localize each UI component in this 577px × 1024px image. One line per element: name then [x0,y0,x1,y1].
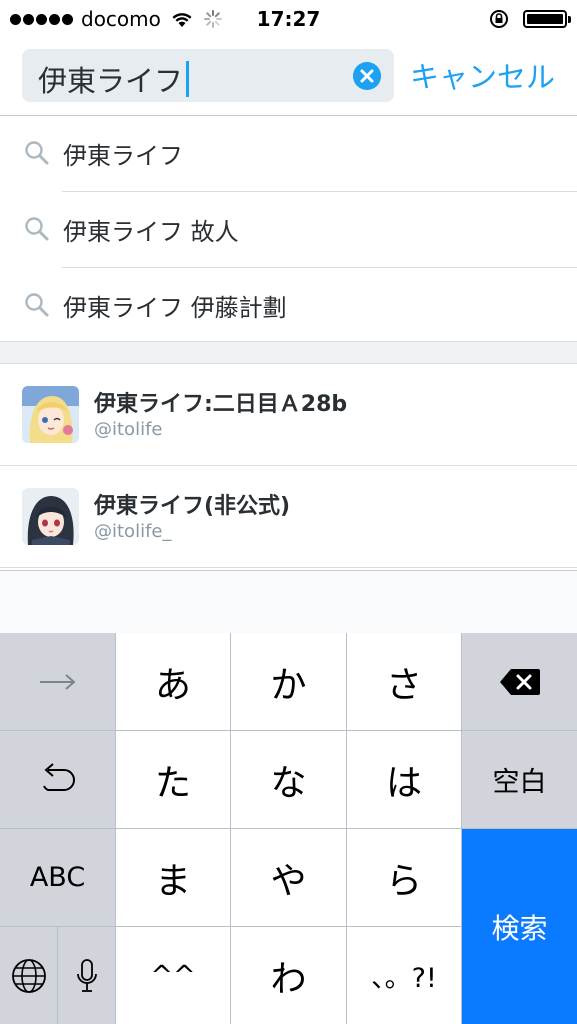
backspace-key[interactable] [462,633,577,730]
avatar [22,488,79,545]
suggestion-item[interactable]: 伊東ライフ 故人 [0,192,577,268]
next-candidate-key[interactable] [0,633,115,730]
undo-icon [42,762,75,791]
cancel-button[interactable]: キャンセル [410,54,555,96]
search-icon [25,217,49,241]
search-icon [25,141,49,165]
search-icon [25,293,49,317]
battery-icon [523,10,571,28]
section-separator [0,341,577,364]
search-suggestions: 伊東ライフ 伊東ライフ 故人 伊東ライフ 伊藤計劃 [0,116,577,344]
avatar [22,386,79,443]
search-input[interactable]: 伊東ライフ [22,49,394,102]
user-handle: @itolife [94,419,163,440]
user-result-item[interactable]: 伊東ライフ(非公式) @itolife_ [0,466,577,568]
globe-key[interactable] [0,927,57,1024]
search-key[interactable]: 検索 [462,829,577,1024]
key-ya[interactable]: や [231,829,346,926]
empty-results-area [0,570,577,633]
undo-key[interactable] [0,731,115,828]
dictation-key[interactable] [58,927,115,1024]
backspace-icon [499,668,540,695]
space-key[interactable]: 空白 [462,731,577,828]
suggestion-label: 伊東ライフ 伊藤計劃 [63,294,287,322]
user-display-name: 伊東ライフ:二日目Ａ28b [94,392,348,417]
key-ra[interactable]: ら [347,829,461,926]
user-handle: @itolife_ [94,521,172,542]
rotation-lock-icon [490,10,508,28]
clear-search-icon[interactable] [353,62,381,90]
key-ma[interactable]: ま [116,829,230,926]
key-ta[interactable]: た [116,731,230,828]
text-caret [186,61,190,97]
keyboard: あ か さ た な は 空白 ABC ま や ら 検索 ^^ わ 、。?! [0,633,577,1024]
key-na[interactable]: な [231,731,346,828]
suggestion-item[interactable]: 伊東ライフ 伊藤計劃 [0,268,577,344]
suggestion-label: 伊東ライフ 故人 [63,218,239,246]
suggestion-label: 伊東ライフ [63,142,183,170]
search-header: 伊東ライフ キャンセル [0,40,577,116]
abc-key[interactable]: ABC [0,829,115,926]
user-result-item[interactable]: 伊東ライフ:二日目Ａ28b @itolife [0,364,577,466]
status-right [489,9,571,29]
suggestion-item[interactable]: 伊東ライフ [0,116,577,192]
user-display-name: 伊東ライフ(非公式) [94,494,291,519]
user-results: 伊東ライフ:二日目Ａ28b @itolife 伊東ライフ(非公式) @itoli… [0,364,577,568]
key-punctuation[interactable]: 、。?! [347,927,461,1024]
key-ka[interactable]: か [231,633,346,730]
arrow-right-icon [39,673,76,690]
key-ha[interactable]: は [347,731,461,828]
globe-icon [11,958,46,993]
search-query-text: 伊東ライフ [38,58,190,100]
key-wa[interactable]: わ [231,927,346,1024]
key-sa[interactable]: さ [347,633,461,730]
status-bar: docomo 17:27 [0,0,577,40]
key-emoticon[interactable]: ^^ [116,927,230,1024]
key-a[interactable]: あ [116,633,230,730]
microphone-icon [76,958,97,992]
search-query: 伊東ライフ [38,64,184,98]
